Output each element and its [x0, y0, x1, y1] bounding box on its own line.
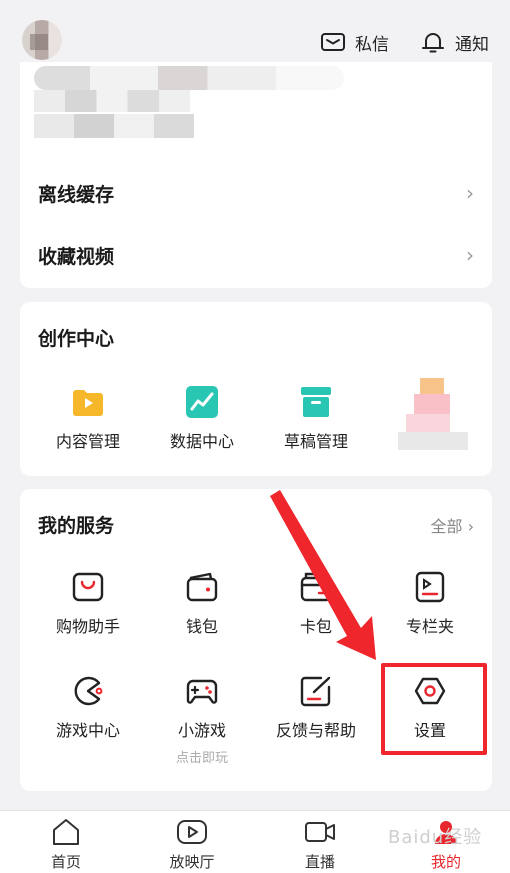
messages-button[interactable]: 私信	[319, 26, 389, 58]
item-label: 草稿管理	[283, 432, 348, 451]
row-label: 离线缓存	[38, 183, 115, 206]
pacman-game-icon	[74, 676, 103, 706]
profile-card: 离线缓存 › 收藏视频 ›	[20, 62, 492, 288]
wallet-icon	[186, 572, 218, 602]
content-management-item[interactable]: 内容管理	[30, 384, 146, 452]
column-folder-item[interactable]: 专栏夹	[372, 569, 488, 637]
item-label: 游戏中心	[55, 721, 120, 740]
row-label: 收藏视频	[38, 245, 115, 268]
bottom-tab-bar: 首页 放映厅 直播 我的 Baidu经验	[0, 810, 510, 873]
tab-label: 我的	[430, 853, 461, 871]
draft-management-item[interactable]: 草稿管理	[258, 384, 374, 452]
bell-icon	[422, 33, 444, 53]
shopping-assistant-item[interactable]: 购物助手	[30, 569, 146, 637]
section-title: 创作中心	[38, 328, 115, 350]
chevron-right-icon: ›	[466, 181, 474, 205]
item-label: 数据中心	[169, 432, 234, 451]
item-label: 卡包	[299, 617, 332, 636]
feedback-edit-icon	[300, 676, 331, 707]
mail-icon	[321, 33, 345, 51]
data-center-item[interactable]: 数据中心	[144, 384, 260, 452]
settings-highlight-box	[381, 663, 487, 755]
item-label: 购物助手	[55, 617, 120, 636]
favorite-videos-row[interactable]: 收藏视频 ›	[20, 224, 492, 286]
messages-label: 私信	[355, 34, 389, 55]
notifications-button[interactable]: 通知	[419, 26, 489, 58]
live-camera-icon	[305, 822, 335, 842]
chart-line-icon	[186, 386, 218, 418]
watermark-text: Baidu经验	[388, 827, 483, 848]
user-avatar[interactable]	[22, 20, 62, 60]
pixelated-info-line	[34, 114, 194, 138]
section-title: 我的服务	[38, 515, 115, 537]
notifications-label: 通知	[455, 34, 489, 55]
wallet-item[interactable]: 钱包	[144, 569, 260, 637]
item-label: 内容管理	[55, 432, 120, 451]
tab-label: 放映厅	[169, 853, 215, 871]
gamepad-icon	[186, 679, 218, 704]
tab-label: 首页	[50, 853, 81, 871]
mini-games-item[interactable]: 小游戏 点击即玩	[144, 673, 260, 766]
pixelated-info-line	[34, 90, 190, 112]
pixelated-item	[398, 376, 468, 452]
game-center-item[interactable]: 游戏中心	[30, 673, 146, 741]
archive-box-icon	[301, 387, 331, 417]
pixelated-username	[34, 66, 344, 90]
item-label: 反馈与帮助	[275, 721, 356, 740]
tab-label: 直播	[304, 853, 335, 871]
play-screen-icon	[177, 820, 207, 844]
offline-cache-row[interactable]: 离线缓存 ›	[20, 162, 492, 224]
item-label: 钱包	[185, 617, 218, 636]
feedback-help-item[interactable]: 反馈与帮助	[258, 673, 374, 741]
item-label: 小游戏	[177, 721, 226, 740]
item-label: 专栏夹	[405, 617, 454, 636]
shopping-bag-icon	[72, 572, 104, 602]
tab-live[interactable]: 直播	[270, 817, 370, 872]
tab-home[interactable]: 首页	[16, 817, 116, 872]
view-all-link[interactable]: 全部 ›	[431, 513, 475, 537]
card-holder-icon	[300, 572, 332, 602]
chevron-right-icon: ›	[466, 243, 474, 267]
home-icon	[53, 819, 79, 845]
folder-play-icon	[73, 390, 103, 416]
tab-cinema[interactable]: 放映厅	[142, 817, 242, 872]
column-folder-icon	[415, 571, 445, 603]
item-sublabel: 点击即玩	[175, 751, 228, 766]
card-holder-item[interactable]: 卡包	[258, 569, 374, 637]
